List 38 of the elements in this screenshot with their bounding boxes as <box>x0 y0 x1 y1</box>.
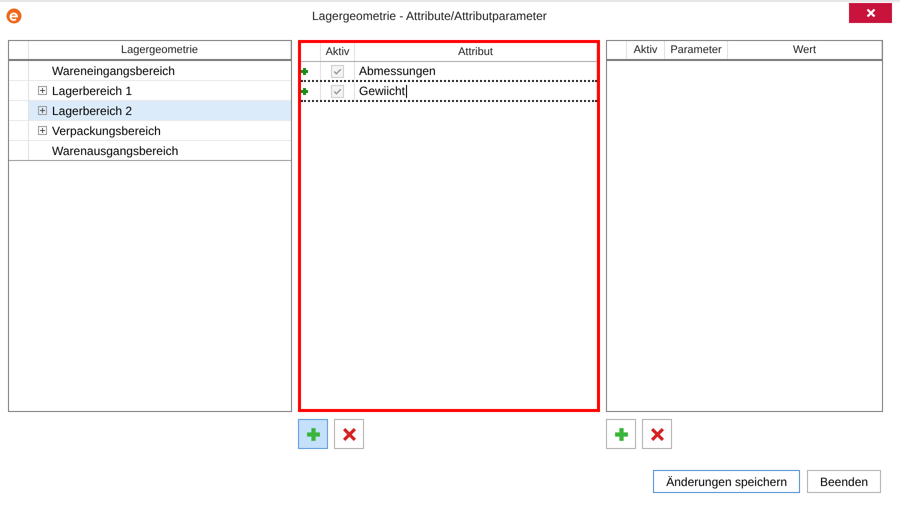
plus-icon <box>306 426 320 442</box>
tree-item-label: Lagerbereich 1 <box>52 84 132 98</box>
expand-icon[interactable] <box>38 86 47 95</box>
column-header[interactable]: Attribut <box>355 43 597 61</box>
tree-item[interactable]: Wareneingangsbereich <box>29 61 291 80</box>
tree-item-label: Warenausgangsbereich <box>52 144 178 158</box>
column-header[interactable]: Aktiv <box>627 41 665 59</box>
checkbox[interactable] <box>331 64 344 78</box>
close-button[interactable] <box>849 3 892 23</box>
expand-icon[interactable] <box>38 126 47 135</box>
table-cell[interactable]: Abmessungen <box>355 62 597 80</box>
column-header[interactable]: Parameter <box>665 41 728 59</box>
delete-button[interactable] <box>334 419 364 449</box>
delete-icon <box>342 426 356 442</box>
new-row-icon <box>301 88 308 94</box>
tree-item[interactable]: Lagerbereich 1 <box>29 81 291 100</box>
exit-button[interactable]: Beenden <box>807 470 881 493</box>
save-button[interactable]: Änderungen speichern <box>653 470 800 493</box>
add-button[interactable] <box>606 419 636 449</box>
new-row-icon <box>301 68 308 74</box>
delete-icon <box>650 426 664 442</box>
plus-icon <box>614 426 628 442</box>
delete-button[interactable] <box>642 419 672 449</box>
tree-item-label: Wareneingangsbereich <box>52 64 175 78</box>
column-header[interactable]: Lagergeometrie <box>29 41 291 59</box>
column-header[interactable]: Wert <box>728 41 882 59</box>
window-title: Lagergeometrie - Attribute/Attributparameter <box>312 9 547 23</box>
tree-item[interactable]: Verpackungsbereich <box>29 121 291 140</box>
tree-item-label: Verpackungsbereich <box>52 124 161 138</box>
close-icon <box>866 8 876 18</box>
tree-item[interactable]: Warenausgangsbereich <box>29 141 291 160</box>
tree-item-label: Lagerbereich 2 <box>52 104 132 118</box>
table-cell[interactable]: Gewiicht <box>355 82 597 100</box>
expand-icon[interactable] <box>38 106 47 115</box>
tree-item[interactable]: Lagerbereich 2 <box>29 101 291 120</box>
app-logo-icon <box>6 8 22 24</box>
checkbox[interactable] <box>331 84 344 98</box>
column-header[interactable]: Aktiv <box>321 43 355 61</box>
